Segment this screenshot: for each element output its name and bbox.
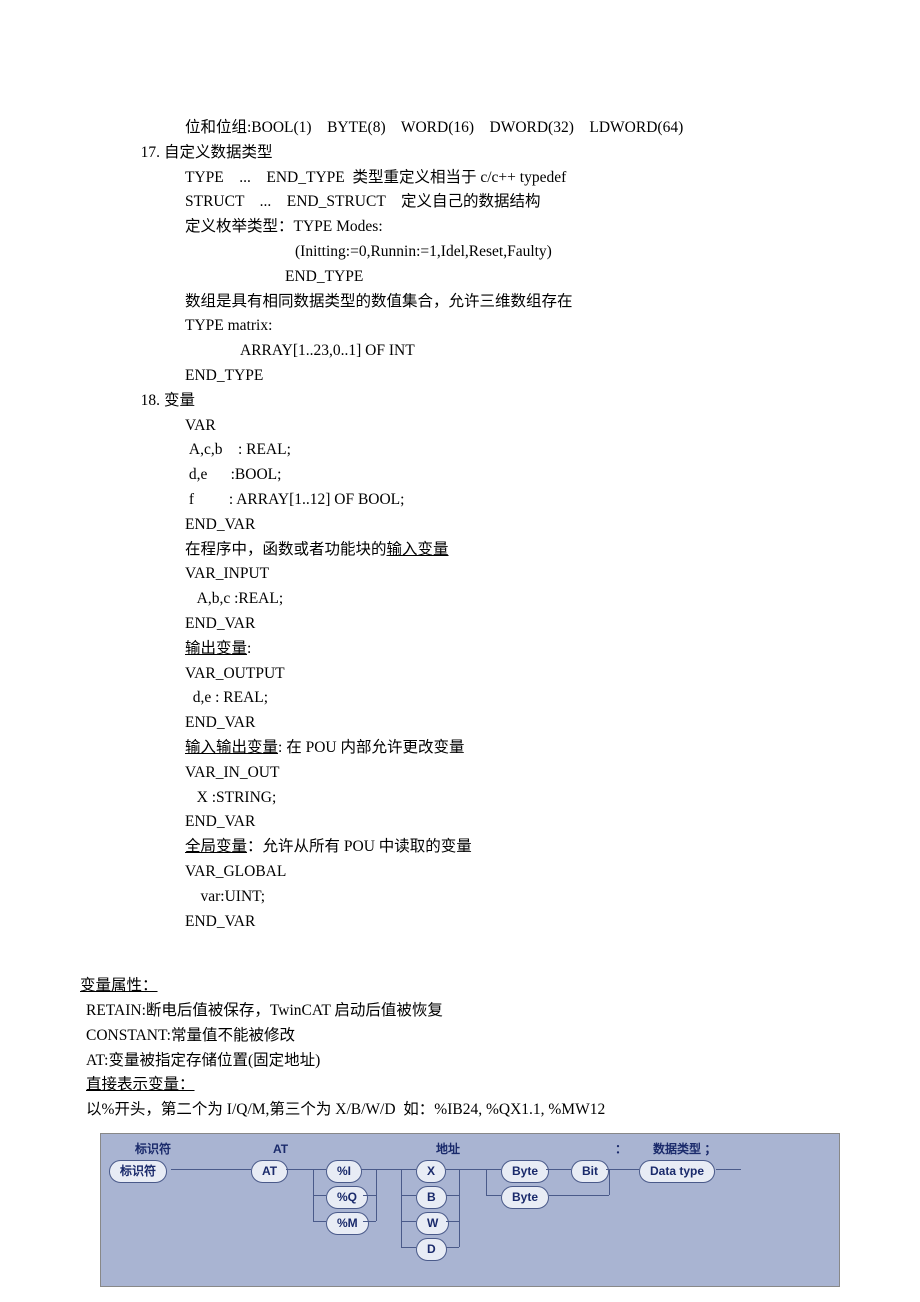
text-line: VAR_IN_OUT (80, 761, 840, 786)
underlined-text: 变量属性： (80, 977, 158, 994)
header-addr: 地址 (436, 1140, 460, 1159)
connector (446, 1169, 501, 1170)
pill-bit: Bit (571, 1160, 609, 1183)
text-line: var:UINT; (80, 885, 840, 910)
text-line: END_VAR (80, 711, 840, 736)
text-line: RETAIN:断电后值被保存，TwinCAT 启动后值被恢复 (0, 999, 920, 1024)
heading-text: 变量 (164, 392, 195, 409)
connector (606, 1169, 639, 1170)
item-number: 18. (130, 389, 160, 414)
heading-text: 自定义数据类型 (164, 144, 273, 161)
connector (486, 1169, 487, 1195)
connector (171, 1169, 251, 1170)
text-line: 数组是具有相同数据类型的数值集合，允许三维数组存在 (80, 290, 840, 315)
text-part: 在程序中，函数或者功能块的 (185, 541, 387, 558)
text-part: ：允许从所有 POU 中读取的变量 (247, 838, 472, 855)
text-line: VAR_INPUT (80, 562, 840, 587)
pill-percent-m: %M (326, 1212, 369, 1235)
text-line: 在程序中，函数或者功能块的输入变量 (80, 538, 840, 563)
text-line: 输出变量: (80, 637, 840, 662)
connector (546, 1169, 571, 1170)
syntax-diagram: 标识符 AT 地址 ： 数据类型 ； 标识符 AT %I X Byte Bit … (100, 1133, 840, 1287)
text-line: VAR (80, 414, 840, 439)
connector (549, 1195, 609, 1196)
pill-b: B (416, 1186, 447, 1209)
connector (363, 1221, 376, 1222)
text-line: CONSTANT:常量值不能被修改 (0, 1024, 920, 1049)
pill-percent-i: %I (326, 1160, 362, 1183)
connector (401, 1247, 416, 1248)
connector (446, 1221, 459, 1222)
text-line: AT:变量被指定存储位置(固定地址) (0, 1049, 920, 1074)
text-part: : (247, 640, 251, 657)
pill-byte: Byte (501, 1160, 549, 1183)
header-at: AT (273, 1140, 288, 1159)
connector (313, 1221, 326, 1222)
text-line: END_VAR (80, 612, 840, 637)
text-line: f : ARRAY[1..12] OF BOOL; (80, 488, 840, 513)
connector (286, 1169, 326, 1170)
connector (361, 1169, 416, 1170)
connector (401, 1221, 416, 1222)
text-line: END_VAR (80, 810, 840, 835)
pill-datatype: Data type (639, 1160, 715, 1183)
pill-d: D (416, 1238, 447, 1261)
underlined-text: 输入输出变量 (185, 739, 278, 756)
connector (446, 1247, 459, 1248)
pill-at: AT (251, 1160, 288, 1183)
text-line: TYPE matrix: (80, 314, 840, 339)
heading-17: 17.自定义数据类型 (80, 141, 840, 166)
underlined-text: 直接表示变量： (86, 1076, 195, 1093)
header-colon: ： (615, 1140, 627, 1159)
connector (459, 1169, 460, 1247)
text-line: TYPE ... END_TYPE 类型重定义相当于 c/c++ typedef (80, 166, 840, 191)
text-line: 输入输出变量: 在 POU 内部允许更改变量 (80, 736, 840, 761)
text-line: X :STRING; (80, 786, 840, 811)
text-line: END_VAR (80, 910, 840, 935)
text-line: END_TYPE (80, 265, 840, 290)
connector (376, 1169, 377, 1221)
underlined-text: 全局变量 (185, 838, 247, 855)
underlined-text: 输出变量 (185, 640, 247, 657)
text-line: 以%开头，第二个为 I/Q/M,第三个为 X/B/W/D 如：%IB24, %Q… (0, 1098, 920, 1123)
text-line: d,e :BOOL; (80, 463, 840, 488)
connector (716, 1169, 741, 1170)
pill-w: W (416, 1212, 449, 1235)
text-line: ARRAY[1..23,0..1] OF INT (80, 339, 840, 364)
connector (609, 1169, 610, 1195)
connector (363, 1195, 376, 1196)
text-line: (Initting:=0,Runnin:=1,Idel,Reset,Faulty… (80, 240, 840, 265)
text-line: VAR_GLOBAL (80, 860, 840, 885)
text-line: 定义枚举类型：TYPE Modes: (80, 215, 840, 240)
connector (446, 1195, 459, 1196)
text-line: A,b,c :REAL; (80, 587, 840, 612)
pill-identifier: 标识符 (109, 1160, 167, 1183)
text-line: 直接表示变量： (0, 1073, 920, 1098)
underlined-text: 输入变量 (387, 541, 449, 558)
pill-percent-q: %Q (326, 1186, 368, 1209)
item-number: 17. (130, 141, 160, 166)
connector (401, 1169, 402, 1247)
heading-18: 18.变量 (80, 389, 840, 414)
text-line: END_TYPE (80, 364, 840, 389)
connector (401, 1195, 416, 1196)
connector (313, 1195, 326, 1196)
text-line: 位和位组:BOOL(1) BYTE(8) WORD(16) DWORD(32) … (80, 116, 840, 141)
connector (486, 1195, 501, 1196)
header-datatype: 数据类型 ； (653, 1140, 716, 1159)
pill-byte2: Byte (501, 1186, 549, 1209)
text-line: A,c,b : REAL; (80, 438, 840, 463)
header-ident: 标识符 (135, 1140, 171, 1159)
pill-x: X (416, 1160, 446, 1183)
text-line: END_VAR (80, 513, 840, 538)
text-part: : 在 POU 内部允许更改变量 (278, 739, 464, 756)
text-line: STRUCT ... END_STRUCT 定义自己的数据结构 (80, 190, 840, 215)
text-line: 变量属性： (0, 974, 920, 999)
text-line: 全局变量：允许从所有 POU 中读取的变量 (80, 835, 840, 860)
text-line: d,e : REAL; (80, 686, 840, 711)
text-line: VAR_OUTPUT (80, 662, 840, 687)
